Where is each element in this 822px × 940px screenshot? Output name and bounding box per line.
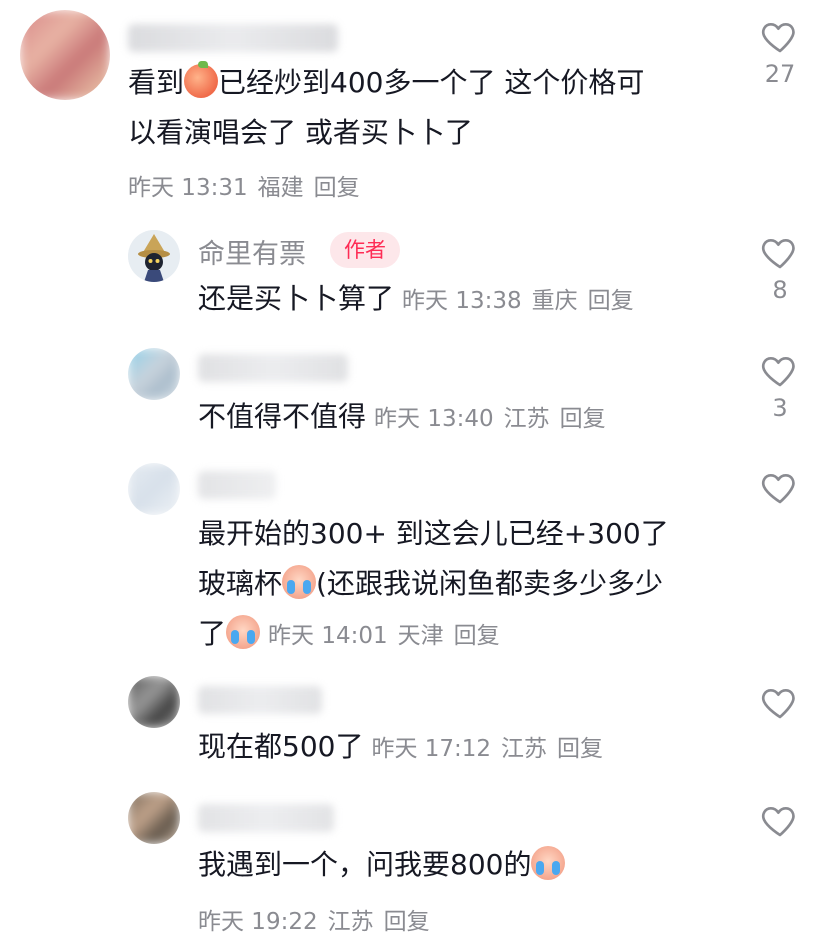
comment-reply: 最开始的300+ 到这会儿已经+300了 玻璃杯 (还跟我说闲鱼都卖多少多少 了昨… (0, 455, 822, 665)
comment-reply-author: 命里有票 作者 还是买卜卜算了 昨天 13:38 重庆 回复 8 (0, 220, 822, 330)
reply-button[interactable]: 回复 (314, 175, 360, 201)
reply-button[interactable]: 回复 (557, 736, 603, 762)
username-blurred[interactable] (198, 471, 276, 499)
heart-outline-icon (761, 474, 795, 504)
author-badge: 作者 (330, 232, 400, 268)
heart-outline-icon (761, 239, 795, 269)
like-button[interactable]: 3 (758, 350, 802, 422)
location: 重庆 (531, 288, 578, 314)
comment-meta: 昨天 19:22 江苏 回复 (198, 902, 440, 936)
comment-meta: 昨天 17:12 江苏 回复 (371, 736, 613, 762)
heart-outline-icon (761, 357, 795, 387)
reply-button[interactable]: 回复 (454, 623, 500, 649)
username-blurred[interactable] (198, 804, 334, 832)
heart-outline-icon (761, 807, 795, 837)
like-button[interactable] (758, 682, 802, 722)
like-count: 3 (772, 394, 788, 422)
avatar[interactable] (128, 348, 180, 400)
timestamp: 昨天 14:01 (268, 623, 388, 649)
author-name[interactable]: 命里有票 (198, 232, 306, 271)
heart-outline-icon (761, 689, 795, 719)
like-button[interactable] (758, 467, 802, 507)
author-avatar[interactable] (128, 230, 180, 282)
comment-text: 最开始的300+ 到这会儿已经+300了 玻璃杯 (还跟我说闲鱼都卖多少多少 了昨… (198, 517, 669, 650)
like-count: 27 (764, 60, 796, 88)
comment-text: 不值得不值得 昨天 13:40 江苏 回复 (198, 392, 616, 444)
comment-meta: 昨天 13:31 福建 回复 (128, 168, 370, 202)
comment-reply: 我遇到一个，问我要800的 昨天 19:22 江苏 回复 (0, 788, 822, 940)
username-blurred[interactable] (198, 354, 348, 382)
reply-button[interactable]: 回复 (384, 909, 430, 935)
avatar[interactable] (128, 792, 180, 844)
username-blurred[interactable] (198, 686, 322, 714)
comment-meta: 昨天 13:38 重庆 回复 (402, 288, 644, 314)
comment-meta: 昨天 14:01 天津 回复 (268, 623, 510, 649)
avatar[interactable] (20, 10, 110, 100)
comment-reply: 不值得不值得 昨天 13:40 江苏 回复 3 (0, 340, 822, 450)
comment-1: 看到 已经炒到400多一个了 这个价格可 以看演唱会了 或者买卜卜了 昨天 13:… (0, 0, 822, 202)
heart-outline-icon (761, 23, 795, 53)
timestamp: 昨天 17:12 (371, 736, 492, 762)
location: 江苏 (503, 406, 550, 432)
like-button[interactable] (758, 800, 802, 840)
crying-face-emoji (226, 615, 261, 649)
reply-button[interactable]: 回复 (588, 288, 634, 314)
like-button[interactable]: 27 (758, 16, 802, 88)
timestamp: 昨天 13:31 (128, 175, 248, 201)
timestamp: 昨天 13:40 (374, 406, 494, 432)
reply-button[interactable]: 回复 (560, 406, 606, 432)
location: 江苏 (327, 909, 374, 935)
avatar[interactable] (128, 463, 180, 515)
username-blurred[interactable] (128, 24, 338, 52)
timestamp: 昨天 19:22 (198, 909, 318, 935)
comment-text: 看到 已经炒到400多一个了 这个价格可 以看演唱会了 或者买卜卜了 (128, 61, 645, 149)
like-count: 8 (772, 276, 788, 304)
avatar[interactable] (128, 676, 180, 728)
location: 江苏 (501, 736, 548, 762)
comment-meta: 昨天 13:40 江苏 回复 (374, 406, 616, 432)
crying-face-emoji (282, 565, 317, 599)
like-button[interactable]: 8 (758, 232, 802, 304)
crying-face-emoji (531, 846, 566, 880)
location: 福建 (257, 175, 304, 201)
location: 天津 (397, 623, 444, 649)
comment-text: 还是买卜卜算了 昨天 13:38 重庆 回复 (198, 274, 644, 326)
timestamp: 昨天 13:38 (402, 288, 522, 314)
comment-reply: 现在都500了 昨天 17:12 江苏 回复 (0, 670, 822, 780)
black-mage-avatar-icon (128, 230, 180, 282)
comment-text: 现在都500了 昨天 17:12 江苏 回复 (198, 722, 613, 774)
comment-text: 我遇到一个，问我要800的 (198, 840, 566, 890)
peach-emoji (184, 61, 219, 98)
